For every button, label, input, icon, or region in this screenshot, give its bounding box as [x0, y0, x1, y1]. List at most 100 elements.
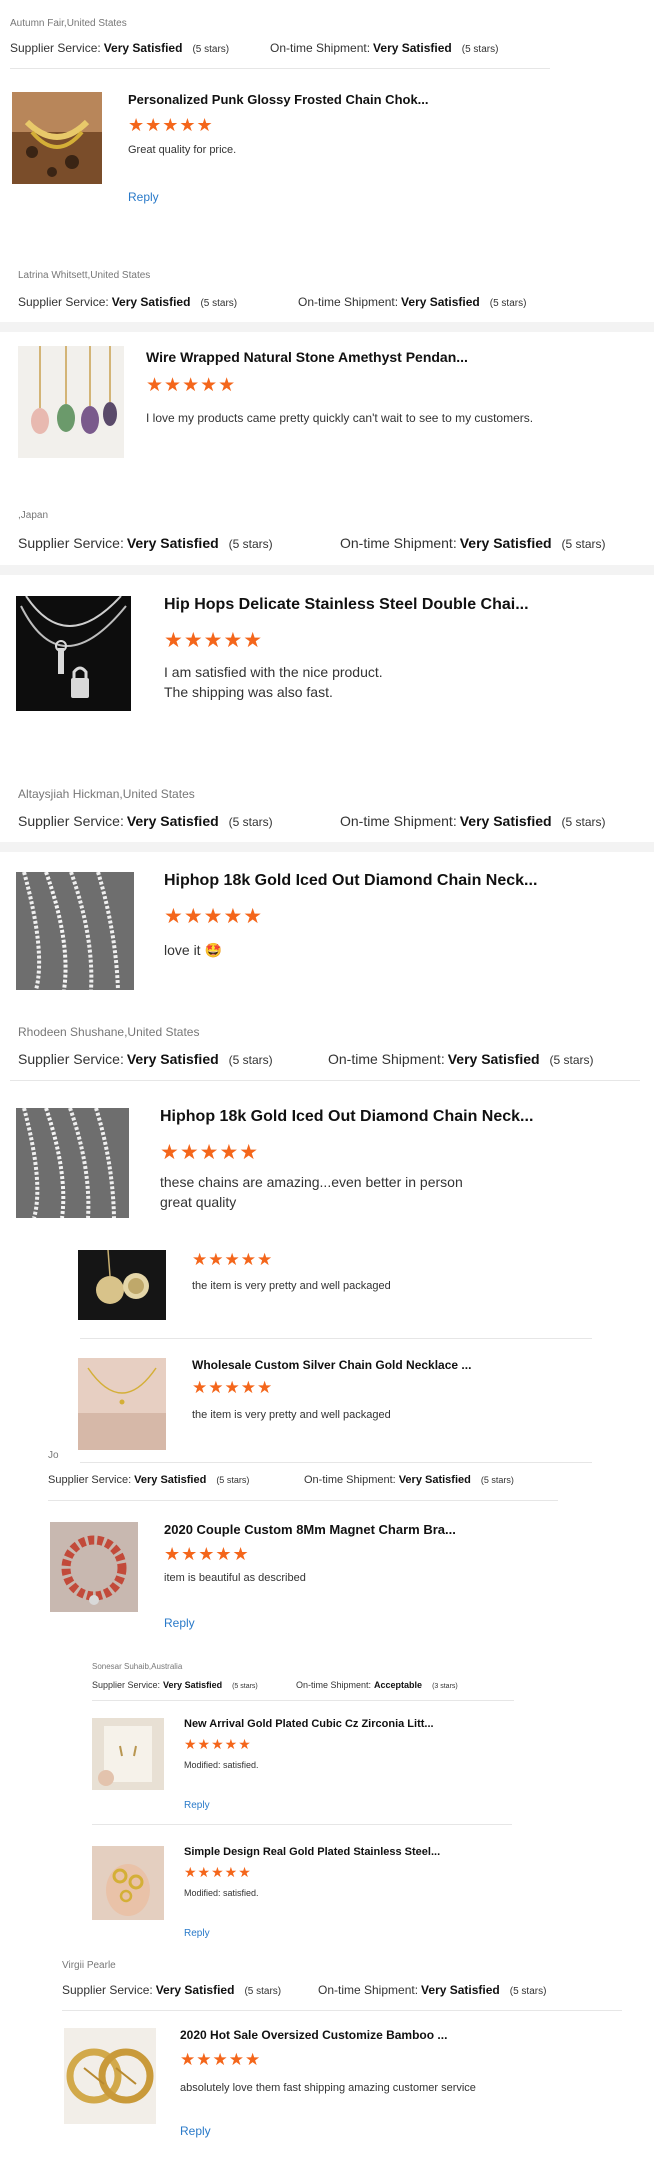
supplier-service-count: (5 stars) [192, 44, 230, 55]
iced-chain-photo-icon[interactable] [16, 1108, 129, 1218]
shipment-rating: On-time Shipment: Acceptable (3 stars) [296, 1680, 458, 1690]
reply-link[interactable]: Reply [184, 1800, 210, 1811]
product-title[interactable]: Hiphop 18k Gold Iced Out Diamond Chain N… [164, 872, 537, 890]
reply-link[interactable]: Reply [164, 1616, 195, 1630]
product-title[interactable]: Wholesale Custom Silver Chain Gold Neckl… [192, 1358, 471, 1372]
bamboo-earrings-photo-icon[interactable] [64, 2028, 156, 2124]
section-separator [0, 842, 654, 852]
reply-link[interactable]: Reply [184, 1928, 210, 1939]
review-text: absolutely love them fast shipping amazi… [180, 2082, 476, 2094]
shipment-label: On-time Shipment: [340, 813, 457, 829]
reply-link[interactable]: Reply [180, 2124, 211, 2138]
shipment-label: On-time Shipment: [298, 295, 399, 309]
review-text: the item is very pretty and well package… [192, 1280, 391, 1292]
product-title[interactable]: 2020 Hot Sale Oversized Customize Bamboo… [180, 2028, 447, 2042]
divider [62, 2010, 622, 2011]
shipment-rating: On-time Shipment: Very Satisfied (5 stars) [340, 813, 606, 829]
shipment-value: Very Satisfied [421, 1983, 500, 1997]
rating-stars: ★★★★★ [184, 1864, 252, 1880]
rating-stars: ★★★★★ [164, 905, 264, 928]
shipment-rating: On-time Shipment: Very Satisfied (5 stars) [270, 41, 498, 55]
product-title[interactable]: Simple Design Real Gold Plated Stainless… [184, 1846, 440, 1858]
section-separator [0, 322, 654, 332]
product-title[interactable]: Hip Hops Delicate Stainless Steel Double… [164, 596, 529, 614]
supplier-service-count: (5 stars) [200, 298, 238, 309]
review-text-content: love it [164, 942, 201, 958]
review-text: Modified: satisfied. [184, 1888, 259, 1898]
supplier-service-rating: Supplier Service: Very Satisfied (5 stars) [18, 813, 273, 829]
rating-stars: ★★★★★ [192, 1378, 274, 1397]
rating-stars: ★★★★★ [164, 629, 264, 652]
shipment-value: Very Satisfied [401, 295, 480, 309]
product-title[interactable]: Personalized Punk Glossy Frosted Chain C… [128, 92, 429, 107]
rating-stars: ★★★★★ [180, 2050, 262, 2069]
review-text: Modified: satisfied. [184, 1760, 259, 1770]
supplier-service-label: Supplier Service: [18, 535, 124, 551]
reviewer-name: Sonesar Suhaib,Australia [92, 1662, 183, 1671]
gold-rings-hand-photo-icon[interactable] [92, 1846, 164, 1920]
divider [10, 68, 550, 69]
shipment-label: On-time Shipment: [270, 41, 371, 55]
shipment-rating: On-time Shipment: Very Satisfied (5 stars) [304, 1474, 514, 1486]
earring-card-photo-icon[interactable] [92, 1718, 164, 1790]
reviewer-name: Altaysjiah Hickman,United States [18, 787, 195, 801]
divider [92, 1700, 514, 1701]
supplier-service-label: Supplier Service: [48, 1474, 132, 1486]
supplier-service-rating: Supplier Service: Very Satisfied (5 stars) [18, 1051, 273, 1067]
rating-stars: ★★★★★ [146, 375, 237, 396]
bead-bracelet-photo-icon[interactable] [50, 1522, 138, 1612]
supplier-service-value: Very Satisfied [111, 295, 191, 309]
divider [92, 1824, 512, 1825]
product-title[interactable]: 2020 Couple Custom 8Mm Magnet Charm Bra.… [164, 1522, 456, 1537]
supplier-service-label: Supplier Service: [18, 813, 124, 829]
supplier-service-count: (5 stars) [232, 1683, 258, 1690]
shipment-count: (5 stars) [549, 1053, 594, 1067]
rating-stars: ★★★★★ [164, 1544, 250, 1564]
supplier-service-value: Very Satisfied [155, 1983, 235, 1997]
supplier-service-rating: Supplier Service: Very Satisfied (5 stars) [10, 41, 229, 55]
shipment-label: On-time Shipment: [328, 1051, 445, 1067]
supplier-service-rating: Supplier Service: Very Satisfied (5 stars) [18, 535, 273, 551]
review-text-line: great quality [160, 1194, 237, 1210]
supplier-service-value: Very Satisfied [126, 813, 219, 829]
shipment-count: (5 stars) [489, 298, 527, 309]
star-struck-emoji-icon: 🤩 [204, 942, 222, 958]
reply-link[interactable]: Reply [128, 190, 159, 204]
shipment-count: (5 stars) [461, 44, 499, 55]
locket-photo-icon[interactable] [78, 1250, 166, 1320]
reviewer-name: Rhodeen Shushane,United States [18, 1025, 200, 1039]
shipment-value: Very Satisfied [447, 1051, 540, 1067]
supplier-service-label: Supplier Service: [62, 1983, 153, 1997]
supplier-service-label: Supplier Service: [10, 41, 101, 55]
supplier-service-value: Very Satisfied [134, 1474, 207, 1486]
gold-necklace-photo-icon[interactable] [78, 1358, 166, 1450]
supplier-service-label: Supplier Service: [18, 1051, 124, 1067]
supplier-service-label: Supplier Service: [92, 1680, 161, 1690]
shipment-value: Acceptable [374, 1680, 423, 1690]
product-title[interactable]: Hiphop 18k Gold Iced Out Diamond Chain N… [160, 1108, 533, 1126]
shipment-count: (5 stars) [561, 537, 606, 551]
iced-chain-photo-icon[interactable] [16, 872, 134, 990]
gold-chain-necklace-photo-icon[interactable] [12, 92, 102, 184]
supplier-service-count: (5 stars) [228, 537, 273, 551]
review-text: Great quality for price. [128, 144, 237, 156]
shipment-count: (3 stars) [432, 1683, 458, 1690]
supplier-service-value: Very Satisfied [163, 1680, 223, 1690]
stone-pendants-photo-icon[interactable] [18, 346, 124, 458]
supplier-service-count: (5 stars) [228, 1053, 273, 1067]
shipment-rating: On-time Shipment: Very Satisfied (5 stars) [298, 295, 526, 309]
product-title[interactable]: Wire Wrapped Natural Stone Amethyst Pend… [146, 349, 468, 365]
shipment-rating: On-time Shipment: Very Satisfied (5 stars) [318, 1983, 546, 1997]
divider [80, 1338, 592, 1339]
shipment-count: (5 stars) [509, 1986, 547, 1997]
shipment-label: On-time Shipment: [296, 1680, 372, 1690]
supplier-service-count: (5 stars) [216, 1475, 250, 1485]
review-text-line: these chains are amazing...even better i… [160, 1174, 463, 1190]
divider [48, 1500, 558, 1501]
supplier-service-value: Very Satisfied [126, 535, 219, 551]
rating-stars: ★★★★★ [128, 115, 214, 135]
lock-key-necklace-photo-icon[interactable] [16, 596, 131, 711]
review-text: love it 🤩 [164, 942, 222, 959]
review-text: I love my products came pretty quickly c… [146, 411, 534, 425]
product-title[interactable]: New Arrival Gold Plated Cubic Cz Zirconi… [184, 1718, 434, 1730]
